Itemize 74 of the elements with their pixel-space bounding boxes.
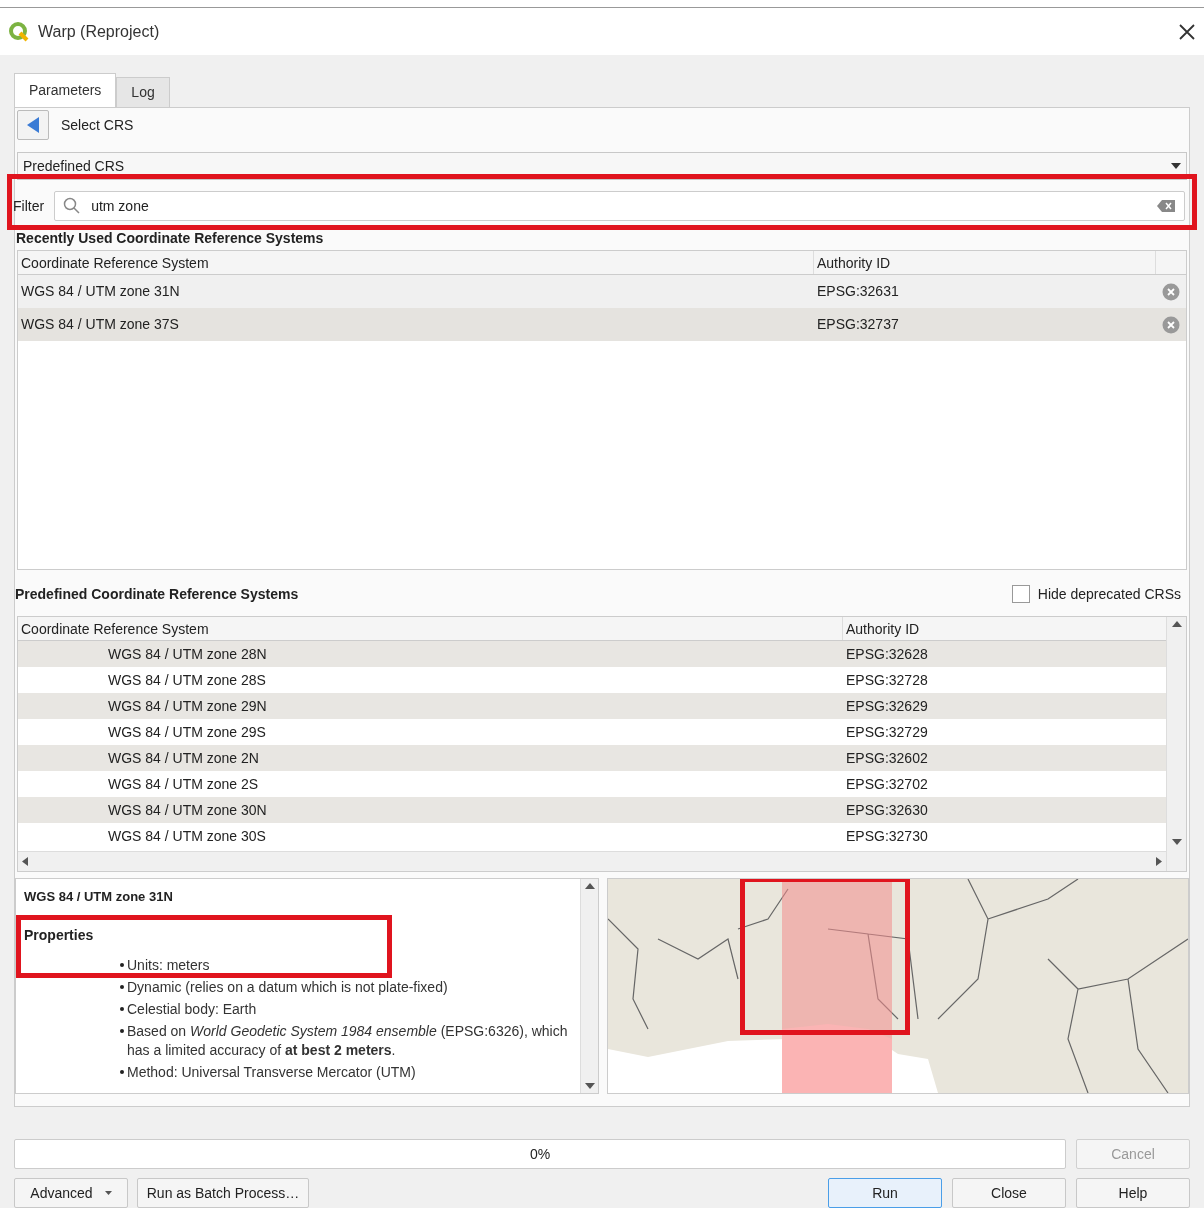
- bullet-icon: [120, 984, 124, 989]
- property-text: Based on World Geodetic System 1984 ensemble (EPSG:6326), which has a limited accuracy of at best 2 meters.: [127, 1021, 569, 1060]
- remove-icon[interactable]: [1162, 315, 1180, 334]
- table-cell-text: EPSG:32737: [816, 315, 900, 334]
- bullet-icon: [120, 1069, 124, 1074]
- clear-icon[interactable]: [1156, 199, 1176, 213]
- section-heading: Recently Used Coordinate Reference Systems: [15, 229, 325, 248]
- column-header: Coordinate Reference System: [18, 617, 843, 640]
- app-logo-icon: [8, 20, 30, 43]
- filter-field[interactable]: utm zone: [54, 191, 1185, 221]
- scroll-right-icon[interactable]: [1156, 857, 1162, 866]
- table-cell-text: EPSG:32730: [845, 826, 929, 846]
- table-cell-text: WGS 84 / UTM zone 2S: [107, 774, 260, 794]
- table-cell-text: WGS 84 / UTM zone 2N: [107, 748, 260, 768]
- checkbox-label: Hide deprecated CRSs: [1037, 584, 1181, 604]
- checkbox[interactable]: [1011, 585, 1030, 603]
- remove-icon[interactable]: [1162, 282, 1180, 301]
- scroll-down-icon[interactable]: [1171, 839, 1182, 845]
- column-header: Authority ID: [814, 251, 1156, 274]
- table-row[interactable]: WGS 84 / UTM zone 37S EPSG:32737: [18, 308, 1186, 341]
- close-icon[interactable]: [1178, 22, 1196, 41]
- vertical-scrollbar[interactable]: [580, 879, 598, 1093]
- table-cell-text: WGS 84 / UTM zone 31N: [20, 282, 181, 301]
- table-cell-text: WGS 84 / UTM zone 29N: [107, 696, 268, 716]
- window-title: Warp (Reproject): [38, 21, 160, 42]
- scroll-down-icon[interactable]: [584, 1083, 595, 1089]
- bullet-icon: [120, 1006, 124, 1011]
- table-cell-text: EPSG:32630: [845, 800, 929, 820]
- section-heading: Predefined Coordinate Reference Systems: [15, 584, 300, 604]
- vertical-scrollbar[interactable]: [1166, 617, 1186, 871]
- tab[interactable]: Parameters: [14, 73, 117, 107]
- column-header: Authority ID: [845, 620, 921, 639]
- crs-title: WGS 84 / UTM zone 31N: [24, 888, 174, 906]
- property-text: Method: Universal Transverse Mercator (UTM): [127, 1062, 416, 1082]
- back-arrow-icon: [26, 116, 40, 134]
- table-cell-text: WGS 84 / UTM zone 28N: [107, 644, 268, 664]
- property-text: Dynamic (relies on a datum which is not plate-fixed): [127, 977, 448, 997]
- table-cell-text: WGS 84 / UTM zone 28S: [107, 670, 267, 690]
- back-button[interactable]: [17, 110, 49, 140]
- table-cell-text: WGS 84 / UTM zone 30N: [107, 800, 268, 820]
- properties-heading: Properties: [24, 925, 95, 945]
- button[interactable]: Run: [828, 1178, 942, 1208]
- button[interactable]: Close: [952, 1178, 1066, 1208]
- column-header: Coordinate Reference System: [18, 251, 814, 274]
- menu-button[interactable]: Advanced: [14, 1178, 128, 1208]
- scroll-up-icon[interactable]: [1171, 621, 1182, 627]
- table-cell-text: EPSG:32602: [845, 748, 929, 768]
- button[interactable]: Run as Batch Process…: [137, 1178, 309, 1208]
- panel-title: Select CRS: [61, 115, 134, 135]
- property-text: Celestial body: Earth: [127, 999, 257, 1019]
- filter-value: utm zone: [91, 196, 150, 216]
- scroll-left-icon[interactable]: [22, 857, 28, 866]
- table-cell-text: EPSG:32631: [816, 282, 900, 301]
- property-text: Units: meters: [127, 955, 210, 975]
- dropdown-value: Predefined CRS: [23, 156, 126, 176]
- table-cell-text: EPSG:32628: [845, 644, 929, 664]
- table-cell-text: WGS 84 / UTM zone 37S: [20, 315, 180, 334]
- horizontal-scrollbar[interactable]: [18, 851, 1166, 871]
- table-cell-text: EPSG:32728: [845, 670, 929, 690]
- bullet-icon: [120, 962, 124, 967]
- table-cell-text: EPSG:32702: [845, 774, 929, 794]
- filter-label: Filter: [12, 196, 45, 216]
- table-row[interactable]: WGS 84 / UTM zone 31N EPSG:32631: [18, 275, 1186, 308]
- button[interactable]: Help: [1076, 1178, 1190, 1208]
- dropdown-caret-icon: [1171, 163, 1181, 169]
- caret-icon: [104, 1191, 112, 1195]
- search-icon: [63, 197, 82, 215]
- bullet-icon: [120, 1028, 124, 1033]
- tab[interactable]: Log: [116, 77, 170, 107]
- table-cell-text: WGS 84 / UTM zone 29S: [107, 722, 267, 742]
- table-cell-text: EPSG:32729: [845, 722, 929, 742]
- table-cell-text: WGS 84 / UTM zone 30S: [107, 826, 267, 846]
- scroll-up-icon[interactable]: [584, 883, 595, 889]
- table-cell-text: EPSG:32629: [845, 696, 929, 716]
